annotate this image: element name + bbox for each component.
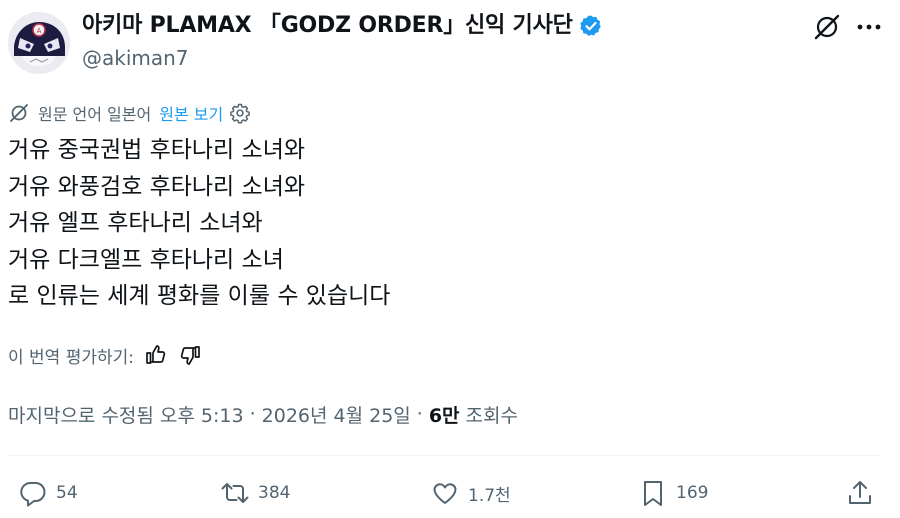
- grok-translate-icon: [10, 104, 28, 122]
- avatar-image: A: [8, 12, 70, 74]
- retweet-icon: [221, 483, 249, 503]
- reply-count: 54: [56, 483, 78, 503]
- share-icon: [849, 481, 871, 504]
- gear-icon[interactable]: [229, 102, 251, 124]
- verified-badge-icon[interactable]: [579, 14, 603, 38]
- display-name[interactable]: 아키마 PLAMAX 「GODZ ORDER」신익 기사단: [82, 12, 603, 40]
- tweet-line: 거유 다크엘프 후타나리 소녀: [8, 246, 284, 273]
- translation-bar: 원문 언어 일본어 원본 보기: [8, 101, 251, 125]
- tweet-text: 거유 중국권법 후타나리 소녀와 거유 와풍검호 후타나리 소녀와 거유 엘프 …: [8, 132, 390, 315]
- thumbs-up-icon[interactable]: [144, 343, 168, 367]
- bookmark-icon: [644, 481, 662, 506]
- like-button[interactable]: 1.7천: [430, 477, 511, 509]
- views-label: 조회수: [465, 404, 518, 427]
- meta-separator: ·: [416, 403, 423, 425]
- thumbs-down-icon[interactable]: [178, 343, 202, 367]
- rate-translation: 이 번역 평가하기:: [8, 342, 202, 368]
- meta-separator: ·: [249, 403, 256, 425]
- grok-icon: [814, 14, 840, 40]
- bookmark-count: 169: [676, 483, 709, 503]
- more-options-button[interactable]: [852, 12, 886, 42]
- display-name-text[interactable]: 아키마 PLAMAX 「GODZ ORDER」신익 기사단: [82, 12, 573, 40]
- grok-button[interactable]: [812, 12, 842, 42]
- retweet-count: 384: [258, 483, 291, 503]
- tweet-line: 거유 중국권법 후타나리 소녀와: [8, 137, 306, 163]
- tweet-line: 거유 와풍검호 후타나리 소녀와: [8, 173, 306, 200]
- more-dots-icon: [857, 24, 881, 30]
- like-count: 1.7천: [468, 485, 511, 506]
- heart-icon: [433, 483, 457, 504]
- show-original-link[interactable]: 원본 보기: [159, 101, 223, 125]
- divider: [8, 455, 880, 456]
- rate-translation-label: 이 번역 평가하기:: [8, 347, 135, 368]
- edited-time[interactable]: 마지막으로 수정됨 오후 5:13: [8, 401, 244, 428]
- svg-text:A: A: [37, 27, 42, 35]
- translation-label: 원문 언어 일본어: [38, 105, 152, 124]
- views-count: 6만: [428, 404, 460, 427]
- tweet-meta: 마지막으로 수정됨 오후 5:13 · 2026년 4월 25일 · 6만 조회…: [8, 400, 518, 428]
- retweet-button[interactable]: 384: [220, 477, 290, 509]
- reply-icon: [20, 481, 46, 507]
- post-date[interactable]: 2026년 4월 25일: [262, 401, 411, 428]
- bookmark-button[interactable]: 169: [638, 477, 708, 509]
- tweet-line: 거유 엘프 후타나리 소녀와: [8, 210, 263, 236]
- reply-button[interactable]: 54: [18, 477, 78, 509]
- share-button[interactable]: [845, 477, 883, 509]
- tweet-line: 로 인류는 세계 평화를 이룰 수 있습니다: [8, 283, 391, 309]
- avatar[interactable]: A: [8, 12, 70, 74]
- handle[interactable]: @akiman7: [82, 46, 189, 70]
